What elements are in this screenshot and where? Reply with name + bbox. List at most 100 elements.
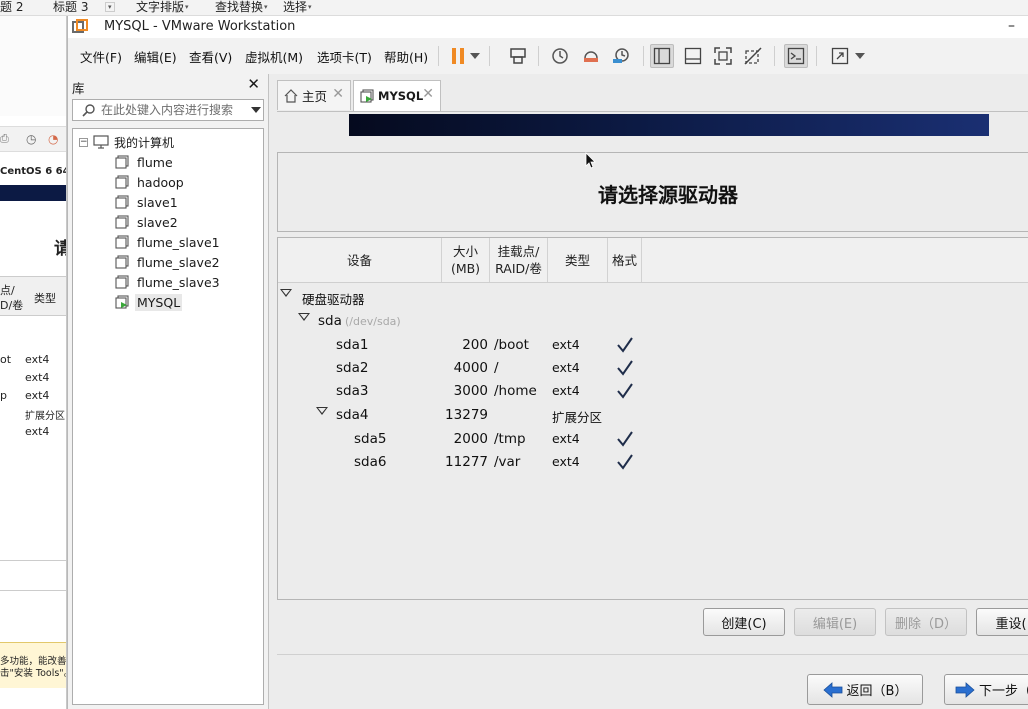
- cell-mount: /tmp: [494, 431, 526, 447]
- stretch-dropdown[interactable]: [853, 44, 867, 68]
- console-view-button[interactable]: [784, 44, 808, 68]
- table-header: 设备 大小 (MB) 挂载点/ RAID/卷 类型 格式: [278, 238, 1028, 283]
- cell-size: 2000: [453, 431, 488, 447]
- background-tip-text: 击"安装 Tools"。: [0, 668, 67, 679]
- checkmark-icon[interactable]: [616, 430, 634, 448]
- minimize-button[interactable]: –: [1008, 18, 1015, 34]
- cell-type: ext4: [552, 454, 580, 469]
- ribbon-select[interactable]: 选择▾: [283, 0, 312, 16]
- menu-help[interactable]: 帮助(H): [384, 47, 428, 66]
- fullscreen-button[interactable]: [711, 44, 735, 68]
- chevron-down-icon: ▾: [105, 2, 115, 12]
- tree-vm-label: flume: [137, 154, 173, 170]
- reset-button[interactable]: 重设(: [976, 608, 1028, 636]
- column-header-device[interactable]: 设备: [278, 238, 442, 282]
- column-header-format[interactable]: 格式: [608, 238, 642, 282]
- menu-file[interactable]: 文件(F): [80, 47, 122, 66]
- column-header-mount[interactable]: 挂载点/ RAID/卷: [490, 238, 548, 282]
- vm-icon: [115, 255, 129, 269]
- unity-button[interactable]: [741, 44, 765, 68]
- vmware-logo-icon: [72, 19, 88, 33]
- stretch-guest-button[interactable]: [828, 44, 852, 68]
- tree-vm-flume-slave3[interactable]: flume_slave3: [115, 273, 222, 291]
- edit-button[interactable]: 编辑(E): [794, 608, 876, 636]
- tree-vm-flume[interactable]: flume: [115, 153, 175, 171]
- partition-row-sda3[interactable]: sda3 3000/home ext4: [278, 380, 1028, 403]
- tree-root-my-computer[interactable]: − 我的计算机: [79, 133, 174, 151]
- tab-label: 主页: [302, 89, 328, 104]
- tree-row-disk[interactable]: sda (/dev/sda): [278, 310, 1028, 333]
- background-window-fragment: ⎙ ◷ ◔ CentOS 6 64 位 请 点/ D/卷 类型 ot ext4 …: [0, 16, 67, 709]
- menu-edit[interactable]: 编辑(E): [134, 47, 177, 66]
- ribbon-styles-dropdown[interactable]: ▾: [104, 0, 115, 16]
- library-tree: − 我的计算机 flume hadoop slave1 slave2 flume…: [72, 128, 264, 705]
- partition-row-sda5[interactable]: sda5 2000/tmp ext4: [278, 428, 1028, 451]
- checkmark-icon[interactable]: [616, 359, 634, 377]
- ribbon-find-replace[interactable]: 查找替换▾: [215, 0, 268, 16]
- library-view-button[interactable]: [650, 44, 674, 68]
- snapshot-button[interactable]: [548, 44, 572, 68]
- background-row-type: ext4: [25, 425, 50, 438]
- close-icon[interactable]: ✕: [422, 86, 434, 102]
- guest-console[interactable]: 请选择源驱动器 设备 大小 (MB) 挂载点/ RAID/卷 类型 格式 硬盘驱…: [277, 111, 1028, 709]
- tree-vm-hadoop[interactable]: hadoop: [115, 173, 186, 191]
- tree-vm-flume-slave2[interactable]: flume_slave2: [115, 253, 222, 271]
- snapshot-manager-button[interactable]: [609, 44, 633, 68]
- tree-vm-mysql[interactable]: MYSQL: [115, 293, 183, 311]
- create-button[interactable]: 创建(C): [703, 608, 785, 636]
- back-button[interactable]: 返回（B）: [807, 674, 923, 705]
- mouse-cursor-icon: [585, 152, 596, 169]
- pause-button[interactable]: [446, 44, 470, 68]
- tab-mysql[interactable]: MYSQL ✕: [353, 80, 441, 111]
- cell-type: 扩展分区: [552, 410, 603, 425]
- thumbnail-bar-button[interactable]: [681, 44, 705, 68]
- background-row-mount: p: [0, 389, 7, 402]
- cell-type: ext4: [552, 337, 580, 352]
- next-button[interactable]: 下一步（: [944, 674, 1028, 705]
- tree-vm-label: flume_slave3: [137, 274, 220, 290]
- ribbon-style-heading3[interactable]: 标题 3: [53, 0, 88, 16]
- partition-row-sda6[interactable]: sda6 11277/var ext4: [278, 451, 1028, 474]
- search-dropdown-icon[interactable]: [251, 107, 261, 113]
- cell-type: ext4: [552, 431, 580, 446]
- revert-snapshot-icon: [584, 51, 598, 62]
- checkmark-icon[interactable]: [616, 336, 634, 354]
- close-icon[interactable]: ✕: [332, 86, 344, 102]
- library-search-input[interactable]: [101, 102, 241, 118]
- column-header-size[interactable]: 大小 (MB): [442, 238, 490, 282]
- delete-button[interactable]: 删除（D）: [885, 608, 967, 636]
- menu-tabs[interactable]: 选项卡(T): [317, 47, 372, 66]
- menu-vm[interactable]: 虚拟机(M): [245, 47, 303, 66]
- menu-view[interactable]: 查看(V): [189, 47, 232, 66]
- revert-snapshot-button[interactable]: [579, 44, 603, 68]
- dropdown-caret-icon: [470, 53, 480, 59]
- collapse-icon[interactable]: −: [79, 137, 88, 147]
- partition-row-sda4[interactable]: sda4 13279 扩展分区: [278, 404, 1028, 427]
- ribbon-text-layout[interactable]: 文字排版▾: [136, 0, 189, 16]
- checkmark-icon[interactable]: [616, 382, 634, 400]
- title-bar[interactable]: MYSQL - VMware Workstation –: [68, 16, 1028, 38]
- tree-vm-slave2[interactable]: slave2: [115, 213, 180, 231]
- send-ctrl-alt-del-icon: [510, 48, 526, 64]
- column-header-type[interactable]: 类型: [548, 238, 608, 282]
- expander-icon[interactable]: [280, 289, 292, 297]
- cell-type: ext4: [552, 360, 580, 375]
- tree-vm-flume-slave1[interactable]: flume_slave1: [115, 233, 222, 251]
- expander-icon[interactable]: [298, 313, 310, 321]
- cell-device: sda3: [336, 383, 369, 399]
- background-os-label: CentOS 6 64 位: [0, 166, 66, 177]
- revert-snapshot-icon: ◔: [48, 132, 59, 146]
- tree-vm-label: flume_slave1: [137, 234, 220, 250]
- ribbon-style-heading2[interactable]: 题 2: [0, 0, 23, 16]
- library-close-button[interactable]: ✕: [247, 75, 260, 93]
- send-ctrl-alt-del-button[interactable]: [506, 44, 530, 68]
- library-view-icon: [653, 47, 671, 65]
- tree-row-hard-drives[interactable]: 硬盘驱动器: [278, 286, 1028, 309]
- pause-dropdown[interactable]: [468, 44, 482, 68]
- expander-icon[interactable]: [316, 407, 328, 415]
- partition-row-sda1[interactable]: sda1 200/boot ext4: [278, 334, 1028, 357]
- checkmark-icon[interactable]: [616, 453, 634, 471]
- tab-home[interactable]: 主页 ✕: [277, 80, 351, 110]
- partition-row-sda2[interactable]: sda2 4000 / ext4: [278, 357, 1028, 380]
- tree-vm-slave1[interactable]: slave1: [115, 193, 180, 211]
